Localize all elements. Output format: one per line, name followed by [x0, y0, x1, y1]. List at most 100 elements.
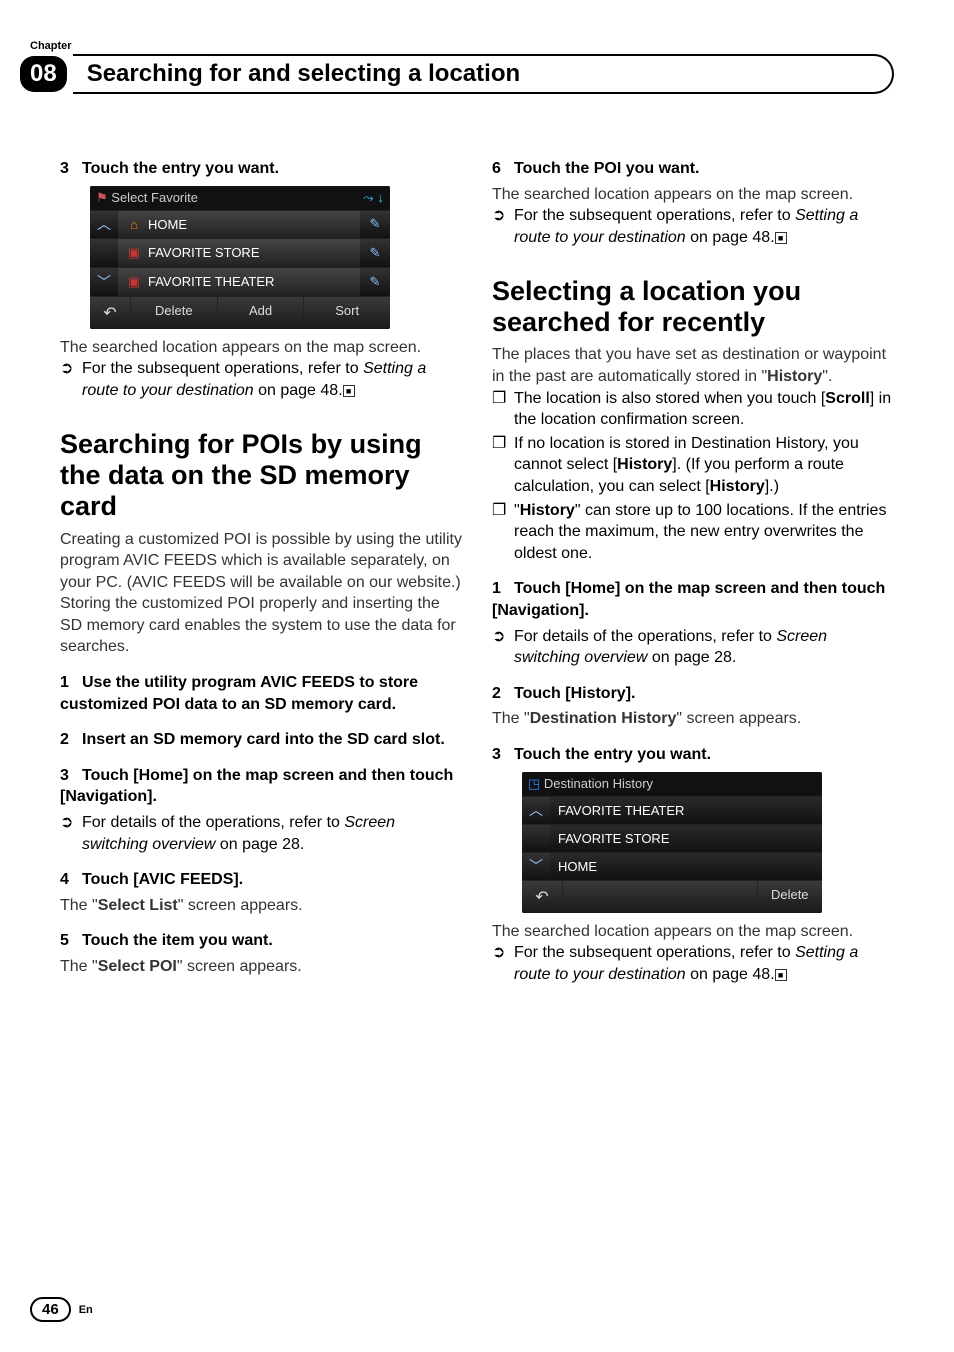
right-column: 6Touch the POI you want. The searched lo…	[492, 144, 894, 987]
txt-bold: Select POI	[98, 958, 177, 975]
left-poi-step3-notes: For details of the operations, refer to …	[60, 812, 462, 855]
note-item: For the subsequent operations, refer to …	[514, 205, 894, 248]
txt-bold: Destination History	[530, 710, 677, 727]
txt-a: The "	[60, 958, 98, 975]
mock1-titlebar: ⚑ Select Favorite ⤳↓	[90, 186, 390, 210]
b3-bold: History	[520, 502, 575, 519]
end-mark-icon: ■	[775, 969, 787, 981]
txt-b: " screen appears.	[178, 897, 303, 914]
b2-bold2: History	[710, 478, 765, 495]
scroll-down-icon: ﹀	[522, 853, 550, 880]
note-item: For the subsequent operations, refer to …	[82, 358, 462, 401]
mock1-row-2-label: FAVORITE STORE	[148, 245, 259, 260]
mock2-row-2-label: FAVORITE STORE	[558, 831, 669, 846]
note-b: on page 48.	[686, 966, 775, 983]
scroll-mid-icon	[90, 239, 118, 267]
right-after-mock2-text: The searched location appears on the map…	[492, 921, 894, 943]
mock1-delete-button: Delete	[130, 297, 217, 329]
back-icon: ↶	[522, 881, 562, 913]
page-number: 46	[30, 1297, 71, 1322]
note-a: For details of the operations, refer to	[514, 628, 776, 645]
note-item: For details of the operations, refer to …	[82, 812, 462, 855]
down-icon: ↓	[378, 190, 385, 205]
step-num: 1	[60, 672, 82, 694]
select-favorite-screenshot: ⚑ Select Favorite ⤳↓ ︿ ⌂HOME ✎ ▣FAVORITE…	[90, 186, 390, 329]
note-a: For the subsequent operations, refer to	[514, 944, 795, 961]
b2-c: ].)	[765, 478, 779, 495]
step-num: 3	[492, 744, 514, 766]
right-step6-notes: For the subsequent operations, refer to …	[492, 205, 894, 248]
mock1-row-3-label: FAVORITE THEATER	[148, 274, 274, 289]
bullet-item: If no location is stored in Destination …	[514, 433, 894, 498]
step-text: Touch [AVIC FEEDS].	[82, 871, 243, 888]
mock2-row-1-label: FAVORITE THEATER	[558, 803, 684, 818]
left-step5-after: The "Select POI" screen appears.	[60, 956, 462, 978]
note-a: For details of the operations, refer to	[82, 814, 344, 831]
right-step-1: 1Touch [Home] on the map screen and then…	[492, 578, 894, 621]
step-num: 3	[60, 158, 82, 180]
mock1-sort-button: Sort	[303, 297, 390, 329]
txt-b: ".	[822, 368, 832, 385]
mock2-row-3-main: HOME	[550, 853, 822, 880]
step-text: Insert an SD memory card into the SD car…	[82, 731, 445, 748]
mock2-row-2-main: FAVORITE STORE	[550, 825, 822, 852]
b2-bold1: History	[617, 456, 672, 473]
mock1-row-2: ▣ FAVORITE STORE ✎	[90, 238, 390, 267]
note-a: For the subsequent operations, refer to	[514, 207, 795, 224]
left-poi-step-5: 5Touch the item you want.	[60, 930, 462, 952]
mock2-row-2: FAVORITE STORE	[522, 824, 822, 852]
mock1-row-3: ﹀ ▣FAVORITE THEATER ✎	[90, 267, 390, 296]
chapter-title-wrap: Searching for and selecting a location	[73, 54, 894, 94]
edit-icon: ✎	[360, 239, 390, 267]
step-text: Touch the item you want.	[82, 932, 273, 949]
scroll-mid-icon	[522, 825, 550, 852]
step-num: 3	[60, 765, 82, 787]
right-step-6: 6Touch the POI you want.	[492, 158, 894, 180]
mock1-bottom-bar: ↶ Delete Add Sort	[90, 296, 390, 329]
destination-history-screenshot: ◳ Destination History ︿ FAVORITE THEATER…	[522, 772, 822, 913]
step-num: 2	[492, 683, 514, 705]
home-icon: ⌂	[126, 217, 142, 232]
mock1-row-1-label: HOME	[148, 217, 187, 232]
left-poi-step-4: 4Touch [AVIC FEEDS].	[60, 869, 462, 891]
left-poi-step-3: 3Touch [Home] on the map screen and then…	[60, 765, 462, 808]
note-b: on page 28.	[647, 649, 736, 666]
scroll-down-icon: ﹀	[90, 268, 118, 296]
chapter-number: 08	[20, 56, 67, 92]
end-mark-icon: ■	[775, 232, 787, 244]
bullet-item: "History" can store up to 100 locations.…	[514, 500, 894, 565]
mock2-spacer	[562, 881, 757, 913]
step-text: Touch the entry you want.	[82, 160, 279, 177]
left-poi-step-2: 2Insert an SD memory card into the SD ca…	[60, 729, 462, 751]
mock1-add-button: Add	[217, 297, 304, 329]
left-step-3: 3Touch the entry you want.	[60, 158, 462, 180]
note-b: on page 48.	[254, 382, 343, 399]
txt-a: The "	[492, 710, 530, 727]
mock2-row-1-main: FAVORITE THEATER	[550, 797, 822, 824]
b1-a: The location is also stored when you tou…	[514, 390, 825, 407]
theater-icon: ▣	[126, 274, 142, 290]
step-text: Touch [History].	[514, 685, 635, 702]
right-step6-p: The searched location appears on the map…	[492, 184, 894, 206]
step-num: 2	[60, 729, 82, 751]
back-icon: ↶	[90, 297, 130, 329]
mock1-row-3-main: ▣ FAVORITE THEATER	[118, 268, 360, 296]
left-after-mock1-text: The searched location appears on the map…	[60, 337, 462, 359]
recent-paragraph: The places that you have set as destinat…	[492, 344, 894, 387]
txt-b: " screen appears.	[676, 710, 801, 727]
mock1-title: Select Favorite	[111, 190, 198, 205]
mock2-row-3: ﹀ HOME	[522, 852, 822, 880]
store-icon: ▣	[126, 245, 142, 261]
step-num: 1	[492, 578, 514, 600]
flag-icon: ⚑	[96, 190, 108, 205]
poi-paragraph: Creating a customized POI is possible by…	[60, 529, 462, 659]
recent-heading: Selecting a location you searched for re…	[492, 276, 894, 338]
txt-a: The "	[60, 897, 98, 914]
end-mark-icon: ■	[343, 385, 355, 397]
right-after-mock2-notes: For the subsequent operations, refer to …	[492, 942, 894, 985]
txt-bold: Select List	[98, 897, 178, 914]
step-text: Use the utility program AVIC FEEDS to st…	[60, 674, 418, 713]
poi-heading: Searching for POIs by using the data on …	[60, 429, 462, 522]
right-step-3: 3Touch the entry you want.	[492, 744, 894, 766]
mock1-row-1: ︿ ⌂HOME ✎	[90, 210, 390, 238]
